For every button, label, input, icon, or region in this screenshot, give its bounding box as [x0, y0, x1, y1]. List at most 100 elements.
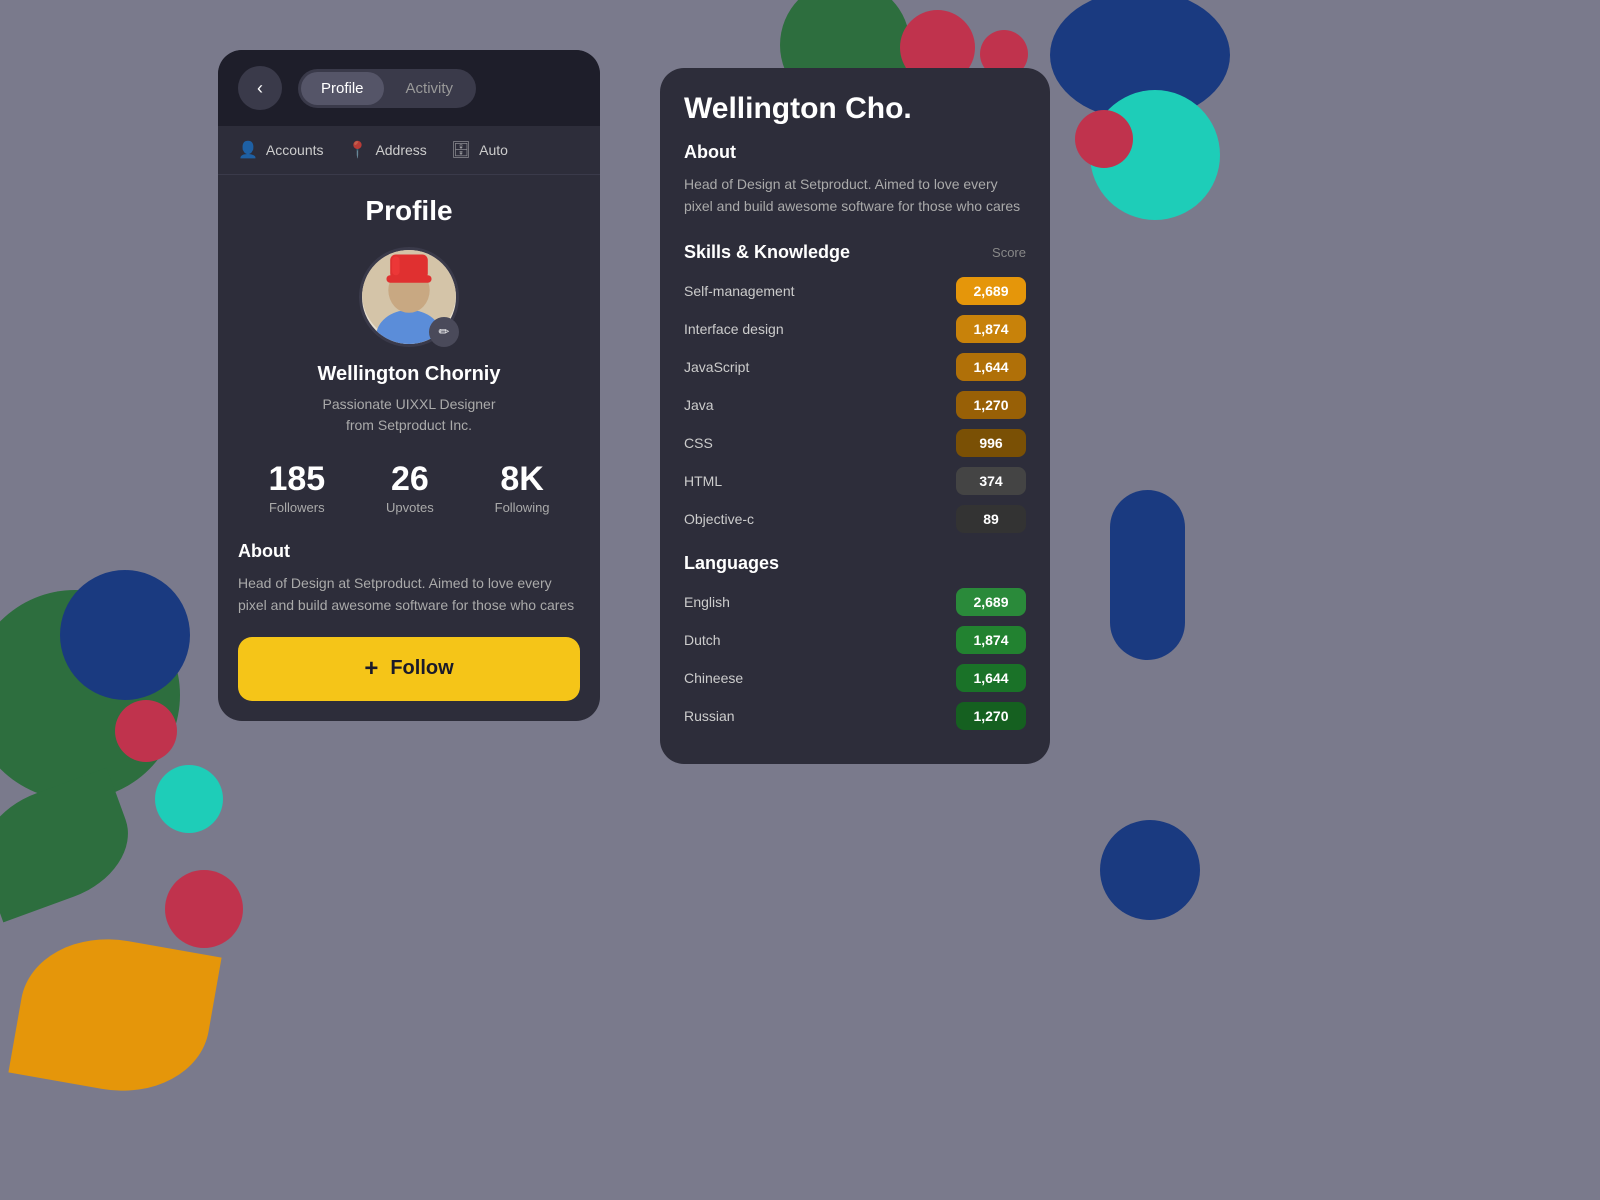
- nav-auto-label: Auto: [479, 142, 508, 158]
- languages-section: Languages English 2,689 Dutch 1,874 Chin…: [684, 553, 1026, 730]
- detail-card: Wellington Cho. About Head of Design at …: [660, 68, 1050, 764]
- skill-score: 374: [956, 467, 1026, 495]
- skill-row: CSS 996: [684, 429, 1026, 457]
- deco-blob-13: [1100, 820, 1200, 920]
- skill-name: Self-management: [684, 283, 946, 299]
- skill-name: HTML: [684, 473, 946, 489]
- profile-page-title: Profile: [238, 195, 580, 227]
- following-label: Following: [495, 500, 550, 515]
- follow-label: Follow: [390, 657, 453, 680]
- skill-row: HTML 374: [684, 467, 1026, 495]
- language-row: Chineese 1,644: [684, 664, 1026, 692]
- about-text: Head of Design at Setproduct. Aimed to l…: [238, 572, 580, 617]
- upvotes-label: Upvotes: [386, 500, 434, 515]
- skill-row: JavaScript 1,644: [684, 353, 1026, 381]
- skill-score: 1,874: [956, 315, 1026, 343]
- stat-upvotes: 26 Upvotes: [386, 460, 434, 517]
- accounts-icon: 👤: [238, 140, 258, 160]
- deco-leaf-1: [0, 768, 144, 923]
- language-row: Russian 1,270: [684, 702, 1026, 730]
- auto-icon: 🗄: [451, 140, 471, 160]
- skill-name: Interface design: [684, 321, 946, 337]
- language-score-container: 1,644: [956, 664, 1026, 692]
- skills-list: Self-management 2,689 Interface design 1…: [684, 277, 1026, 533]
- language-row: Dutch 1,874: [684, 626, 1026, 654]
- back-button[interactable]: ‹: [238, 66, 282, 110]
- languages-title: Languages: [684, 553, 1026, 574]
- language-score: 1,644: [956, 664, 1026, 692]
- tab-profile[interactable]: Profile: [301, 72, 384, 105]
- skill-score: 2,689: [956, 277, 1026, 305]
- skill-score-container: 1,644: [956, 353, 1026, 381]
- address-icon: 📍: [348, 140, 368, 160]
- language-score: 1,270: [956, 702, 1026, 730]
- language-score: 2,689: [956, 588, 1026, 616]
- profile-card-header: ‹ Profile Activity: [218, 50, 600, 126]
- following-value: 8K: [495, 460, 550, 499]
- deco-blob-11: [155, 765, 223, 833]
- deco-blob-9: [60, 570, 190, 700]
- skill-score: 1,270: [956, 391, 1026, 419]
- skill-score: 996: [956, 429, 1026, 457]
- skills-title: Skills & Knowledge: [684, 242, 850, 263]
- language-name: Russian: [684, 708, 946, 724]
- language-name: Chineese: [684, 670, 946, 686]
- skill-row: Java 1,270: [684, 391, 1026, 419]
- user-bio: Passionate UIXXL Designer from Setproduc…: [238, 394, 580, 436]
- stat-following: 8K Following: [495, 460, 550, 517]
- deco-blob-6: [1075, 110, 1133, 168]
- about-title: About: [238, 541, 580, 562]
- deco-blob-10: [115, 700, 177, 762]
- nav-address[interactable]: 📍 Address: [348, 140, 427, 160]
- language-name: English: [684, 594, 946, 610]
- profile-body: Profile: [218, 175, 600, 721]
- language-score-container: 1,874: [956, 626, 1026, 654]
- followers-label: Followers: [269, 500, 325, 515]
- skill-name: JavaScript: [684, 359, 946, 375]
- skill-score-container: 374: [956, 467, 1026, 495]
- skill-score-container: 89: [956, 505, 1026, 533]
- language-score-container: 1,270: [956, 702, 1026, 730]
- nav-address-label: Address: [375, 142, 426, 158]
- detail-about-text: Head of Design at Setproduct. Aimed to l…: [684, 173, 1026, 218]
- nav-auto[interactable]: 🗄 Auto: [451, 140, 508, 160]
- skill-row: Interface design 1,874: [684, 315, 1026, 343]
- deco-leaf-2: [8, 925, 221, 1106]
- language-name: Dutch: [684, 632, 946, 648]
- skill-score: 89: [956, 505, 1026, 533]
- detail-body: Wellington Cho. About Head of Design at …: [660, 68, 1050, 764]
- skill-score-container: 1,270: [956, 391, 1026, 419]
- about-section: About Head of Design at Setproduct. Aime…: [238, 541, 580, 617]
- nav-accounts-label: Accounts: [266, 142, 324, 158]
- languages-list: English 2,689 Dutch 1,874 Chineese 1,644…: [684, 588, 1026, 730]
- follow-plus-icon: +: [364, 655, 378, 683]
- tab-activity[interactable]: Activity: [386, 72, 474, 105]
- stats-row: 185 Followers 26 Upvotes 8K Following: [238, 460, 580, 517]
- skill-score-container: 996: [956, 429, 1026, 457]
- edit-avatar-button[interactable]: ✏: [429, 317, 459, 347]
- detail-user-name: Wellington Cho.: [684, 92, 1026, 126]
- followers-value: 185: [268, 460, 325, 499]
- skill-score: 1,644: [956, 353, 1026, 381]
- profile-card: ‹ Profile Activity 👤 Accounts 📍 Address …: [218, 50, 600, 721]
- language-score: 1,874: [956, 626, 1026, 654]
- avatar-wrapper: ✏: [359, 247, 459, 347]
- upvotes-value: 26: [386, 460, 434, 499]
- deco-blob-7: [1110, 490, 1185, 660]
- skill-row: Self-management 2,689: [684, 277, 1026, 305]
- skill-name: Objective-c: [684, 511, 946, 527]
- nav-accounts[interactable]: 👤 Accounts: [238, 140, 324, 160]
- skill-score-container: 1,874: [956, 315, 1026, 343]
- skill-name: CSS: [684, 435, 946, 451]
- deco-blob-12: [165, 870, 243, 948]
- follow-button[interactable]: + Follow: [238, 637, 580, 701]
- tab-group: Profile Activity: [298, 69, 476, 108]
- skills-header: Skills & Knowledge Score: [684, 242, 1026, 263]
- user-name: Wellington Chorniy: [238, 363, 580, 386]
- detail-about-title: About: [684, 142, 1026, 163]
- stat-followers: 185 Followers: [268, 460, 325, 517]
- profile-nav: 👤 Accounts 📍 Address 🗄 Auto: [218, 126, 600, 175]
- language-score-container: 2,689: [956, 588, 1026, 616]
- language-row: English 2,689: [684, 588, 1026, 616]
- score-label: Score: [992, 245, 1026, 260]
